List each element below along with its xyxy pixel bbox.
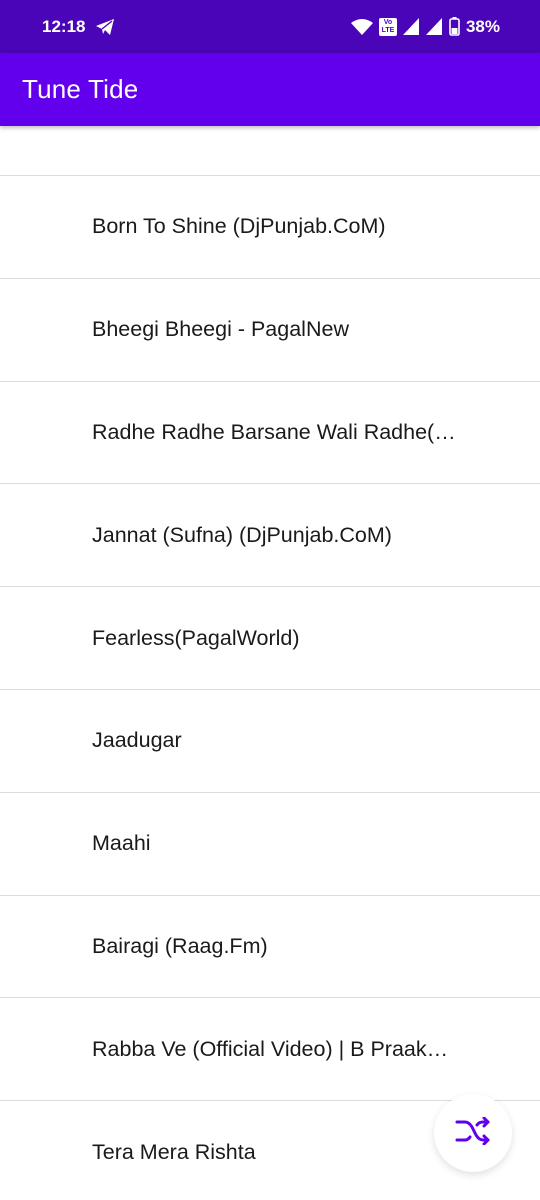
song-list[interactable]: Born To Shine (DjPunjab.CoM) Bheegi Bhee… bbox=[0, 126, 540, 1200]
song-title: Tera Mera Rishta bbox=[92, 1139, 256, 1164]
song-row[interactable]: Born To Shine (DjPunjab.CoM) bbox=[0, 176, 540, 279]
telegram-icon bbox=[95, 18, 115, 36]
song-title: Born To Shine (DjPunjab.CoM) bbox=[92, 214, 386, 239]
song-row[interactable]: Fearless(PagalWorld) bbox=[0, 587, 540, 690]
song-row[interactable]: Jaadugar bbox=[0, 690, 540, 793]
wifi-icon bbox=[350, 18, 373, 36]
status-right: Vo LTE 38% bbox=[350, 16, 500, 37]
song-title: Radhe Radhe Barsane Wali Radhe(… bbox=[92, 419, 456, 444]
song-title: Jaadugar bbox=[92, 728, 182, 753]
song-title: Maahi bbox=[92, 831, 151, 856]
song-row[interactable]: Bheegi Bheegi - PagalNew bbox=[0, 279, 540, 382]
signal-icon bbox=[402, 18, 420, 35]
app-bar: Tune Tide bbox=[0, 53, 540, 126]
signal-icon-2 bbox=[425, 18, 443, 35]
battery-level: 38% bbox=[465, 16, 500, 36]
song-title: Jannat (Sufna) (DjPunjab.CoM) bbox=[92, 522, 392, 547]
shuffle-icon bbox=[455, 1116, 491, 1150]
status-left: 12:18 bbox=[42, 17, 115, 37]
app-title: Tune Tide bbox=[22, 74, 139, 104]
status-bar: 12:18 Vo LTE 38% bbox=[0, 0, 540, 53]
song-row[interactable]: Maahi bbox=[0, 793, 540, 896]
song-title: Fearless(PagalWorld) bbox=[92, 625, 300, 650]
song-title: Rabba Ve (Official Video) | B Praak… bbox=[92, 1036, 449, 1061]
status-time: 12:18 bbox=[42, 16, 86, 36]
battery-icon bbox=[449, 17, 460, 36]
song-title: Bheegi Bheegi - PagalNew bbox=[92, 317, 349, 342]
volte-badge: Vo LTE bbox=[378, 17, 397, 36]
song-row[interactable]: Bairagi (Raag.Fm) bbox=[0, 896, 540, 999]
song-row[interactable]: Rabba Ve (Official Video) | B Praak… bbox=[0, 998, 540, 1102]
song-row[interactable]: Radhe Radhe Barsane Wali Radhe(… bbox=[0, 382, 540, 485]
song-title: Bairagi (Raag.Fm) bbox=[92, 933, 268, 958]
list-spacer bbox=[0, 126, 540, 176]
shuffle-button[interactable] bbox=[434, 1094, 512, 1172]
song-row[interactable]: Jannat (Sufna) (DjPunjab.CoM) bbox=[0, 484, 540, 588]
